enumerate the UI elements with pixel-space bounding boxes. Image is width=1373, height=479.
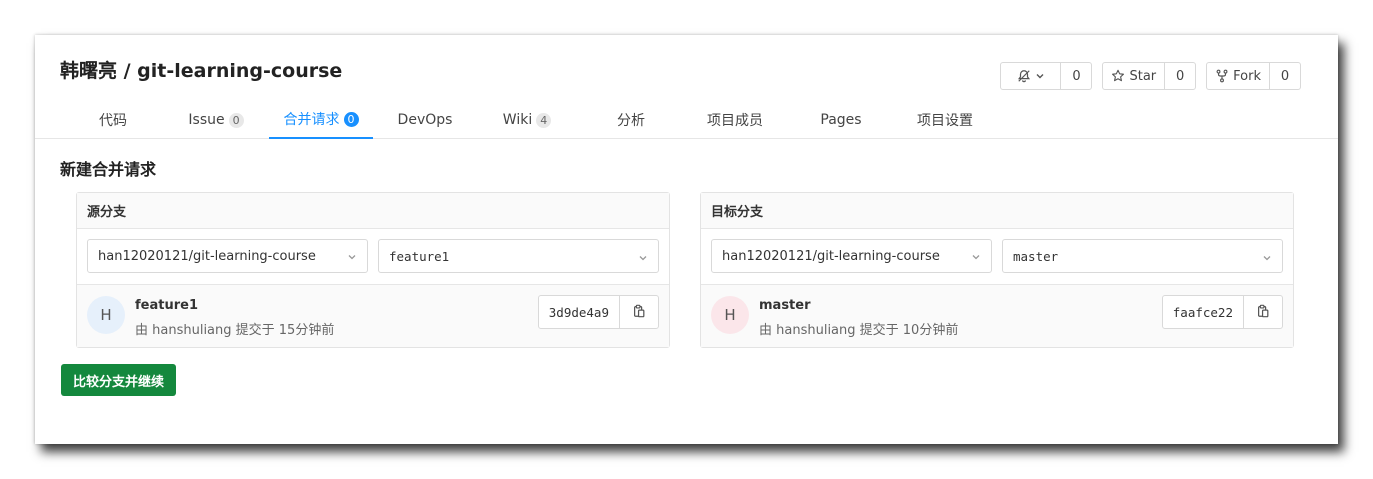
chevron-down-icon	[638, 251, 648, 266]
select-value: master	[1013, 248, 1059, 264]
tab-members[interactable]: 项目成员	[695, 101, 775, 139]
star-icon	[1111, 69, 1125, 83]
commit-meta: 由 hanshuliang 提交于 15分钟前	[135, 323, 335, 338]
tab-issue[interactable]: Issue 0	[177, 101, 255, 139]
commit-branch-name[interactable]: feature1	[135, 298, 198, 313]
source-branch-panel: 源分支 han12020121/git-learning-course feat…	[76, 192, 670, 348]
clipboard-icon	[1256, 303, 1270, 322]
star-count[interactable]: 0	[1165, 63, 1195, 89]
copy-sha-button[interactable]	[1244, 296, 1282, 328]
select-value: feature1	[389, 248, 450, 264]
tab-count-badge: 0	[343, 111, 359, 127]
tab-wiki[interactable]: Wiki 4	[491, 101, 563, 139]
tab-count-badge: 0	[228, 112, 244, 128]
avatar[interactable]: H	[87, 296, 125, 334]
watch-button[interactable]: 0	[1000, 62, 1093, 90]
tab-analytics[interactable]: 分析	[595, 101, 667, 139]
chevron-down-icon	[971, 251, 981, 266]
bell-slash-icon	[1017, 69, 1031, 83]
star-label: Star	[1129, 68, 1157, 84]
commit-sha-group: 3d9de4a9	[537, 295, 659, 329]
tab-label: 分析	[617, 113, 645, 129]
commit-sha-group: faafce22	[1161, 295, 1283, 329]
branch-selectors: han12020121/git-learning-course feature1	[77, 229, 669, 285]
tab-label: 合并请求	[283, 112, 340, 128]
watch-count[interactable]: 0	[1061, 63, 1091, 89]
source-repo-select[interactable]: han12020121/git-learning-course	[87, 239, 368, 273]
tab-label: Wiki	[502, 112, 533, 128]
fork-button[interactable]: Fork 0	[1206, 62, 1301, 90]
fork-icon	[1215, 69, 1229, 83]
tab-label: DevOps	[397, 112, 453, 128]
panel-heading: 目标分支	[701, 193, 1293, 229]
star-toggle[interactable]: Star	[1103, 63, 1166, 89]
tab-label: 项目设置	[917, 113, 973, 129]
commit-sha[interactable]: faafce22	[1163, 296, 1244, 328]
select-value: han12020121/git-learning-course	[98, 248, 316, 264]
tab-merge-requests[interactable]: 合并请求 0	[269, 101, 373, 139]
tab-label: Pages	[820, 112, 862, 128]
latest-commit: H feature1 由 hanshuliang 提交于 15分钟前 3d9de…	[77, 285, 669, 347]
tab-label: Issue	[188, 112, 225, 128]
select-value: han12020121/git-learning-course	[722, 248, 940, 264]
page-title: 新建合并请求	[60, 160, 157, 179]
fork-label: Fork	[1233, 68, 1261, 84]
target-repo-select[interactable]: han12020121/git-learning-course	[711, 239, 992, 273]
source-branch-select[interactable]: feature1	[378, 239, 659, 273]
avatar[interactable]: H	[711, 296, 749, 334]
chevron-down-icon	[347, 251, 357, 266]
tab-label: 项目成员	[707, 113, 763, 129]
tab-count-badge: 4	[536, 112, 552, 128]
chevron-down-icon	[1262, 251, 1272, 266]
panel-heading: 源分支	[77, 193, 669, 229]
repo-nav-tabs: 代码 Issue 0 合并请求 0 DevOps Wiki 4 分析 项目成员 …	[35, 101, 1338, 139]
target-branch-panel: 目标分支 han12020121/git-learning-course mas…	[700, 192, 1294, 348]
tab-settings[interactable]: 项目设置	[903, 101, 987, 139]
fork-count[interactable]: 0	[1270, 63, 1300, 89]
star-button[interactable]: Star 0	[1102, 62, 1197, 90]
clipboard-icon	[632, 303, 646, 322]
latest-commit: H master 由 hanshuliang 提交于 10分钟前 faafce2…	[701, 285, 1293, 347]
target-branch-select[interactable]: master	[1002, 239, 1283, 273]
branch-selectors: han12020121/git-learning-course master	[701, 229, 1293, 285]
tab-pages[interactable]: Pages	[805, 101, 877, 139]
repo-title[interactable]: 韩曙亮 / git-learning-course	[60, 56, 342, 83]
app-window: 韩曙亮 / git-learning-course 0 Star 0 Fork …	[35, 35, 1338, 444]
watch-toggle[interactable]	[1001, 63, 1062, 89]
tab-label: 代码	[99, 113, 127, 129]
compare-branches-button[interactable]: 比较分支并继续	[61, 364, 177, 396]
chevron-down-icon	[1035, 71, 1045, 81]
commit-meta: 由 hanshuliang 提交于 10分钟前	[759, 323, 959, 338]
commit-sha[interactable]: 3d9de4a9	[539, 296, 620, 328]
repo-actions: 0 Star 0 Fork 0	[1000, 62, 1301, 90]
commit-branch-name[interactable]: master	[759, 298, 811, 313]
tab-code[interactable]: 代码	[71, 101, 155, 139]
fork-toggle[interactable]: Fork	[1207, 63, 1270, 89]
tab-devops[interactable]: DevOps	[385, 101, 465, 139]
copy-sha-button[interactable]	[620, 296, 658, 328]
